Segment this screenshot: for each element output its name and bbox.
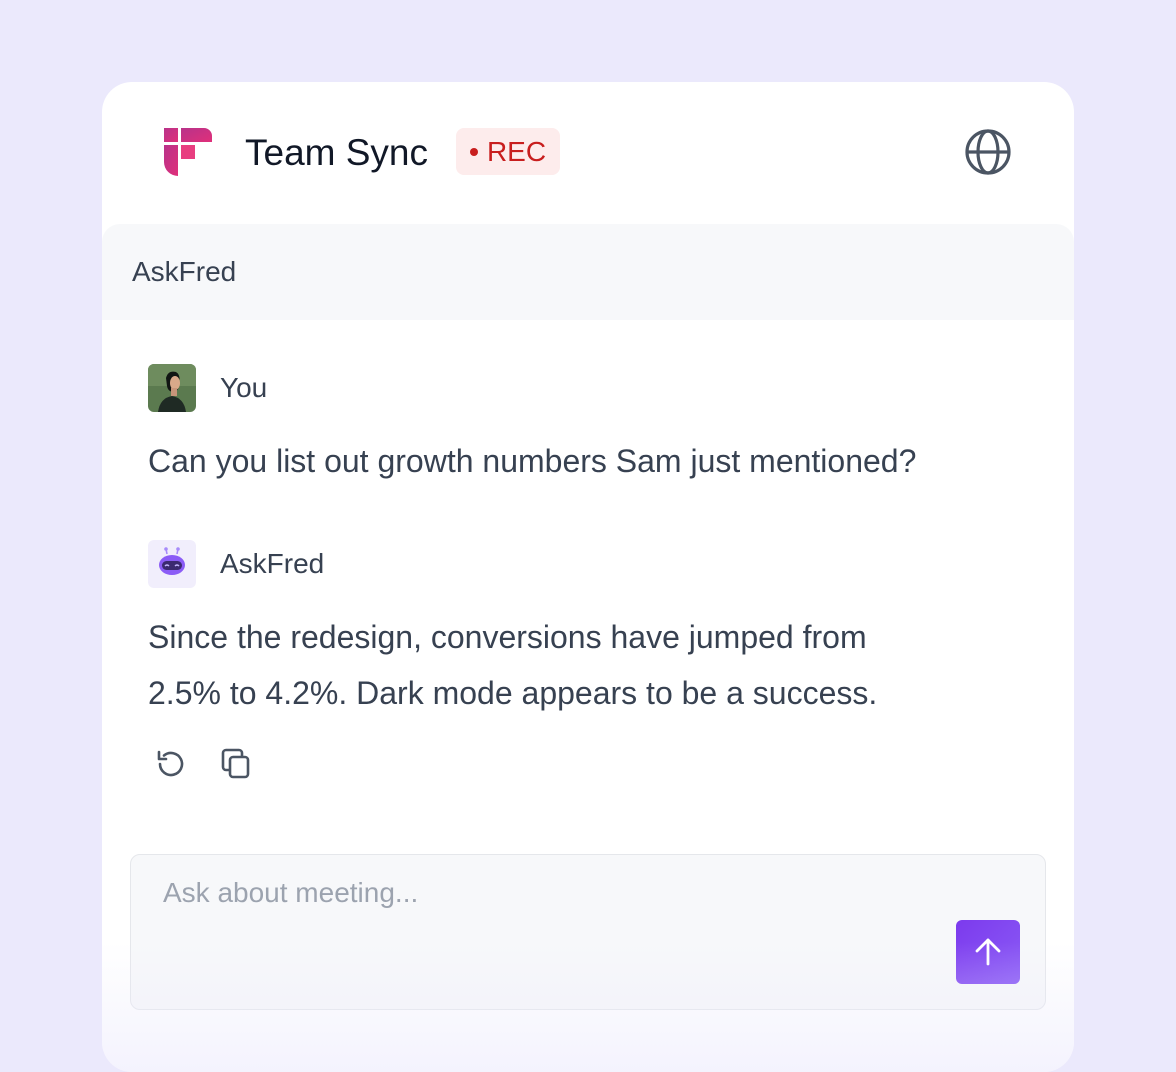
- bot-message-text: Since the redesign, conversions have jum…: [148, 609, 1008, 721]
- user-photo-icon: [148, 364, 196, 412]
- recording-badge: REC: [456, 128, 560, 175]
- arrow-up-icon: [975, 938, 1001, 966]
- refresh-icon[interactable]: [151, 744, 191, 784]
- chat-card: Team Sync REC AskFred You Can you list o…: [102, 82, 1074, 1072]
- panel-title: AskFred: [132, 256, 237, 287]
- meeting-title: Team Sync: [245, 132, 429, 173]
- message-author-you: You: [148, 364, 708, 412]
- send-button[interactable]: [956, 920, 1020, 984]
- author-name: You: [220, 372, 268, 403]
- recording-dot-icon: [469, 147, 478, 156]
- bot-message-line: Since the redesign, conversions have jum…: [148, 619, 867, 655]
- header: Team Sync REC: [102, 82, 1074, 224]
- user-message-text: Can you list out growth numbers Sam just…: [148, 443, 917, 479]
- askfred-panel-header: AskFred: [102, 224, 1074, 320]
- recording-label: REC: [486, 135, 547, 167]
- bot-message-line: 2.5% to 4.2%. Dark mode appears to be a …: [148, 675, 878, 711]
- message-author-askfred: AskFred: [148, 540, 708, 588]
- user-avatar: [148, 364, 196, 412]
- ask-input[interactable]: [163, 877, 943, 937]
- bot-avatar: [148, 540, 196, 588]
- copy-icon[interactable]: [216, 744, 256, 784]
- globe-icon[interactable]: [962, 126, 1014, 178]
- fireflies-logo-icon: [164, 128, 212, 176]
- robot-icon: [159, 547, 185, 575]
- author-name: AskFred: [220, 548, 325, 579]
- message-input-box: [130, 854, 1046, 1010]
